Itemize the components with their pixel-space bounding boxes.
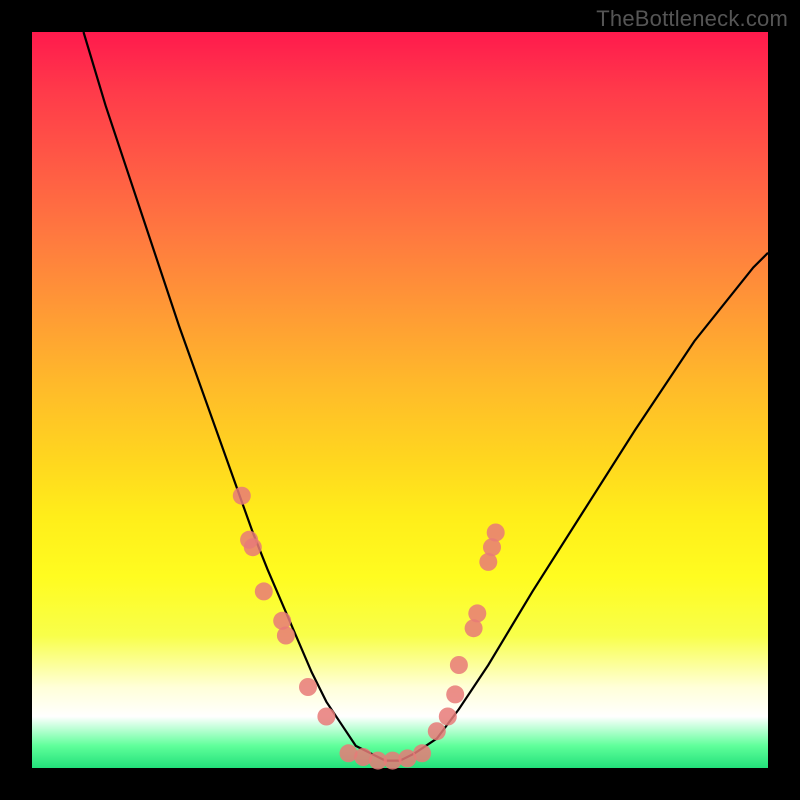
marker-dot — [255, 582, 273, 600]
marker-dot — [439, 708, 457, 726]
bottleneck-curve — [84, 32, 769, 761]
plot-area — [32, 32, 768, 768]
chart-container: TheBottleneck.com — [0, 0, 800, 800]
marker-dot — [317, 708, 335, 726]
marker-dot — [299, 678, 317, 696]
curve-layer — [32, 32, 768, 768]
marker-dot — [450, 656, 468, 674]
marker-dot — [487, 524, 505, 542]
marker-dot — [233, 487, 251, 505]
marker-dot — [468, 604, 486, 622]
marker-dot — [446, 685, 464, 703]
watermark-text: TheBottleneck.com — [596, 6, 788, 32]
marker-dot — [413, 744, 431, 762]
marker-dot — [428, 722, 446, 740]
marker-dot — [277, 627, 295, 645]
marker-dot — [244, 538, 262, 556]
marker-dots — [233, 487, 505, 770]
